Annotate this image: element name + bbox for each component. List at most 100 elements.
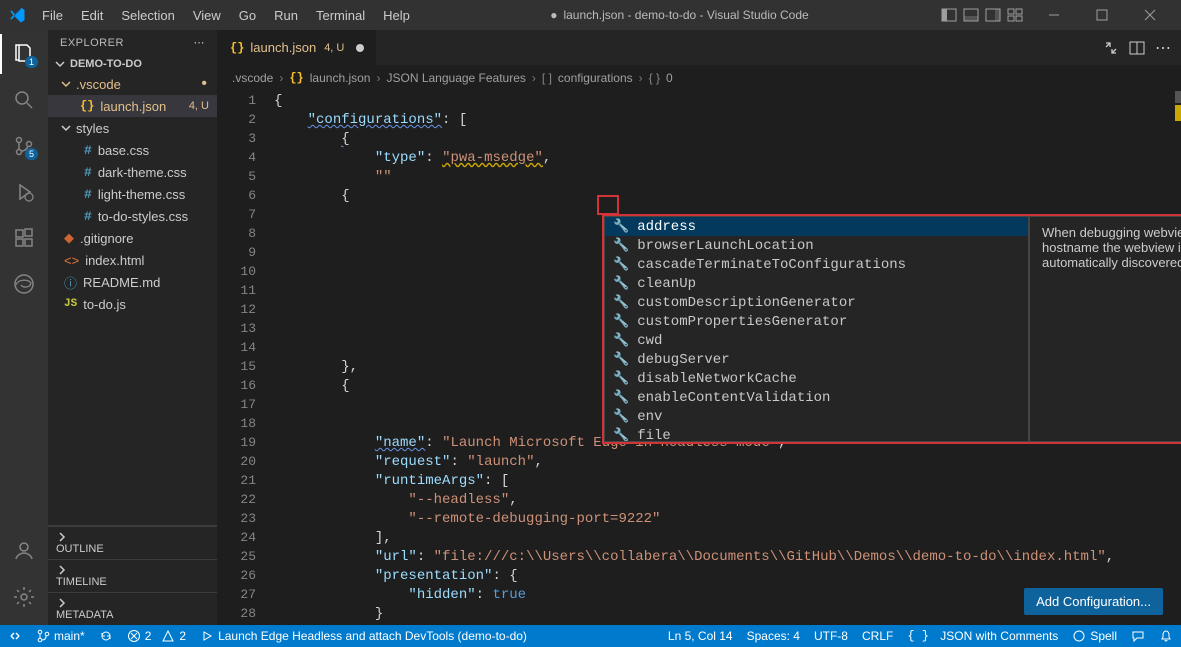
info-file-icon: ⓘ [64,273,77,292]
property-icon: 🔧 [613,257,629,272]
activity-search[interactable] [0,80,48,120]
feedback-icon [1131,629,1145,643]
window-minimize[interactable] [1031,0,1077,30]
chevron-down-icon [60,122,72,134]
activity-scm[interactable]: 5 [0,126,48,166]
toggle-primary-sidebar-icon[interactable] [941,7,957,23]
file-dark-theme-css[interactable]: #dark-theme.css [62,161,217,183]
explorer-sidebar: EXPLORER ⋯ DEMO-TO-DO .vscode • {} launc… [48,30,218,625]
add-configuration-button[interactable]: Add Configuration... [1024,588,1163,615]
folder-vscode[interactable]: .vscode • [48,73,217,95]
remote-icon [8,629,22,643]
intellisense-item[interactable]: 🔧address [605,217,1028,236]
vscode-logo [8,6,26,24]
intellisense-item[interactable]: 🔧browserLaunchLocation [605,236,1028,255]
file-readme[interactable]: ⓘREADME.md [48,271,217,293]
section-metadata[interactable]: METADATA [48,592,217,625]
sidebar-more-icon[interactable]: ⋯ [194,36,206,49]
tab-more-icon[interactable]: ⋯ [1155,38,1171,58]
error-icon [127,629,141,643]
debug-icon [12,180,36,204]
status-ln-col[interactable]: Ln 5, Col 14 [668,629,733,643]
css-file-icon: # [84,143,92,158]
status-remote[interactable] [8,629,22,643]
status-feedback[interactable] [1131,629,1145,643]
intellisense-item[interactable]: 🔧env [605,407,1028,426]
intellisense-item[interactable]: 🔧file [605,426,1028,442]
css-file-icon: # [84,165,92,180]
scm-badge: 5 [25,148,38,160]
status-launch-config[interactable]: Launch Edge Headless and attach DevTools… [200,629,527,643]
file-gitignore[interactable]: ◆.gitignore [48,227,217,249]
status-bell[interactable] [1159,629,1173,643]
activity-debug[interactable] [0,172,48,212]
section-timeline[interactable]: TIMELINE [48,559,217,592]
editor-area: {} launch.json 4, U ⋯ .vscode› {}launch.… [218,30,1181,625]
account-icon [12,539,36,563]
status-encoding[interactable]: UTF-8 [814,629,848,643]
menu-bar: File Edit Selection View Go Run Terminal… [34,4,418,27]
activity-edge-devtools[interactable] [0,264,48,304]
menu-go[interactable]: Go [231,4,264,27]
intellisense-item[interactable]: 🔧customDescriptionGenerator [605,293,1028,312]
activity-explorer[interactable]: 1 [0,34,48,74]
window-maximize[interactable] [1079,0,1125,30]
file-light-theme-css[interactable]: #light-theme.css [62,183,217,205]
tab-launch-json[interactable]: {} launch.json 4, U [218,30,377,65]
intellisense-item[interactable]: 🔧cleanUp [605,274,1028,293]
property-icon: 🔧 [613,295,629,310]
file-base-css[interactable]: #base.css [62,139,217,161]
property-icon: 🔧 [613,352,629,367]
file-index-html[interactable]: <>index.html [48,249,217,271]
toggle-panel-icon[interactable] [963,7,979,23]
status-branch[interactable]: main* [36,629,85,643]
status-spaces[interactable]: Spaces: 4 [747,629,800,643]
file-todo-js[interactable]: JSto-do.js [48,293,217,315]
property-icon: 🔧 [613,219,629,234]
breadcrumbs[interactable]: .vscode› {}launch.json› JSON Language Fe… [218,65,1181,91]
menu-selection[interactable]: Selection [113,4,182,27]
customize-layout-icon[interactable] [1007,7,1023,23]
activity-accounts[interactable] [0,531,48,571]
tree-root[interactable]: DEMO-TO-DO [48,55,217,73]
intellisense-list[interactable]: 🔧address 🔧browserLaunchLocation 🔧cascade… [604,216,1029,442]
status-eol[interactable]: CRLF [862,629,893,643]
window-title: launch.json - demo-to-do - Visual Studio… [418,8,941,22]
extensions-icon [12,226,36,250]
status-problems[interactable]: 2 2 [127,629,186,643]
menu-view[interactable]: View [185,4,229,27]
intellisense-item[interactable]: 🔧disableNetworkCache [605,369,1028,388]
dirty-dot-icon [356,44,364,52]
file-todo-styles-css[interactable]: #to-do-styles.css [62,205,217,227]
intellisense-item[interactable]: 🔧enableContentValidation [605,388,1028,407]
search-icon [12,88,36,112]
compare-changes-icon[interactable] [1103,40,1119,56]
json-file-icon: {} [230,41,244,55]
menu-file[interactable]: File [34,4,71,27]
titlebar: File Edit Selection View Go Run Terminal… [0,0,1181,30]
split-editor-icon[interactable] [1129,40,1145,56]
activity-bar: 1 5 [0,30,48,625]
intellisense-item[interactable]: 🔧customPropertiesGenerator [605,312,1028,331]
status-sync[interactable] [99,629,113,643]
intellisense-item[interactable]: 🔧debugServer [605,350,1028,369]
chevron-down-icon [60,78,72,90]
intellisense-item[interactable]: 🔧cwd [605,331,1028,350]
activity-settings[interactable] [0,577,48,617]
status-spell[interactable]: Spell [1072,629,1117,643]
chevron-right-icon [56,597,68,609]
folder-styles[interactable]: styles [48,117,217,139]
menu-edit[interactable]: Edit [73,4,111,27]
menu-terminal[interactable]: Terminal [308,4,373,27]
menu-run[interactable]: Run [266,4,306,27]
intellisense-item[interactable]: 🔧cascadeTerminateToConfigurations [605,255,1028,274]
status-language[interactable]: { } JSON with Comments [907,629,1058,643]
file-launch-json[interactable]: {} launch.json 4, U [48,95,217,117]
property-icon: 🔧 [613,428,629,442]
activity-extensions[interactable] [0,218,48,258]
property-icon: 🔧 [613,238,629,253]
window-close[interactable] [1127,0,1173,30]
menu-help[interactable]: Help [375,4,418,27]
toggle-secondary-sidebar-icon[interactable] [985,7,1001,23]
section-outline[interactable]: OUTLINE [48,526,217,559]
